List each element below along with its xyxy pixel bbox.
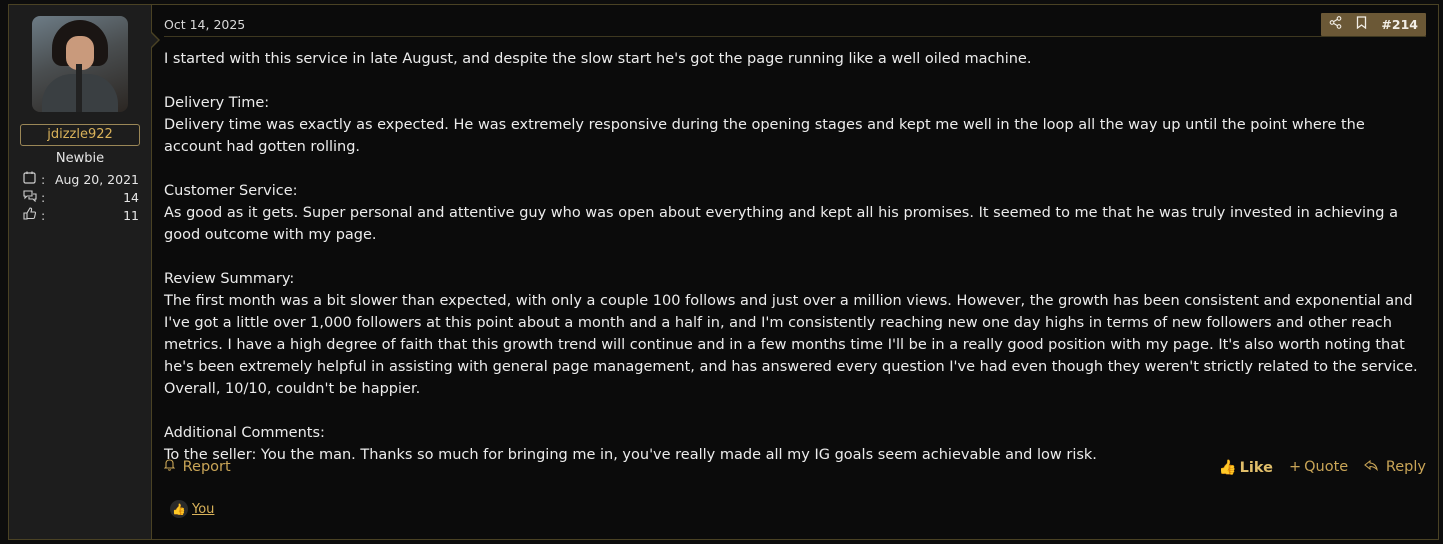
like-label: Like — [1239, 459, 1273, 476]
post-header: Oct 14, 2025 #214 — [164, 5, 1426, 37]
reaction-user-link[interactable]: You — [192, 502, 214, 517]
reaction-count: 11 — [123, 207, 139, 223]
post-date[interactable]: Oct 14, 2025 — [164, 17, 245, 32]
stat-messages: : 14 — [23, 188, 139, 206]
stat-reactions: : 11 — [23, 206, 139, 224]
paragraph: The first month was a bit slower than ex… — [164, 293, 1418, 397]
reply-button[interactable]: Reply — [1364, 459, 1426, 475]
plus-icon: + — [1288, 459, 1302, 475]
report-label: Report — [182, 459, 231, 475]
paragraph: As good as it gets. Super personal and a… — [164, 205, 1398, 243]
paragraph: I started with this service in late Augu… — [164, 51, 1032, 67]
thumbs-up-icon — [23, 207, 41, 223]
stat-joined: : Aug 20, 2021 — [23, 170, 139, 188]
share-icon[interactable] — [1329, 16, 1342, 32]
paragraph: Delivery time was exactly as expected. H… — [164, 117, 1365, 155]
post-body: I started with this service in late Augu… — [164, 37, 1426, 466]
section-heading: Additional Comments: — [164, 425, 325, 441]
messages-icon — [23, 189, 41, 205]
user-title: Newbie — [55, 151, 105, 166]
section-heading: Review Summary: — [164, 271, 295, 287]
like-reaction-icon: 👍 — [170, 500, 188, 518]
section-heading: Customer Service: — [164, 183, 298, 199]
report-button[interactable]: Report — [163, 459, 231, 475]
joined-date: Aug 20, 2021 — [54, 171, 139, 187]
quote-label: Quote — [1304, 459, 1349, 475]
reactions-bar: 👍 You — [170, 500, 214, 518]
post-actions: 👍 Like + Quote Reply — [1219, 459, 1426, 476]
bookmark-icon[interactable] — [1356, 16, 1367, 32]
thumbs-up-icon: 👍 — [1218, 459, 1237, 476]
reply-label: Reply — [1385, 459, 1426, 475]
post-tools: #214 — [1321, 12, 1426, 36]
reply-icon — [1364, 459, 1383, 475]
username-link[interactable]: jdizzle922 — [20, 124, 140, 146]
quote-button[interactable]: + Quote — [1289, 459, 1348, 475]
message-count: 14 — [123, 189, 139, 205]
user-stats: : Aug 20, 2021 : 14 : 11 — [9, 170, 151, 224]
like-button[interactable]: 👍 Like — [1219, 459, 1273, 476]
user-info-panel: jdizzle922 Newbie : Aug 20, 2021 : 14: … — [9, 5, 160, 539]
post-container: jdizzle922 Newbie : Aug 20, 2021 : 14: … — [8, 4, 1439, 540]
post-main: Oct 14, 2025 #214 I started with this se… — [152, 5, 1438, 539]
avatar[interactable] — [32, 16, 128, 112]
post-footer: Report 👍 Like + Quote Reply — [163, 455, 1426, 479]
section-heading: Delivery Time: — [164, 95, 270, 111]
bell-icon — [163, 459, 180, 475]
calendar-icon — [23, 171, 41, 187]
post-number-link[interactable]: #214 — [1381, 17, 1418, 32]
